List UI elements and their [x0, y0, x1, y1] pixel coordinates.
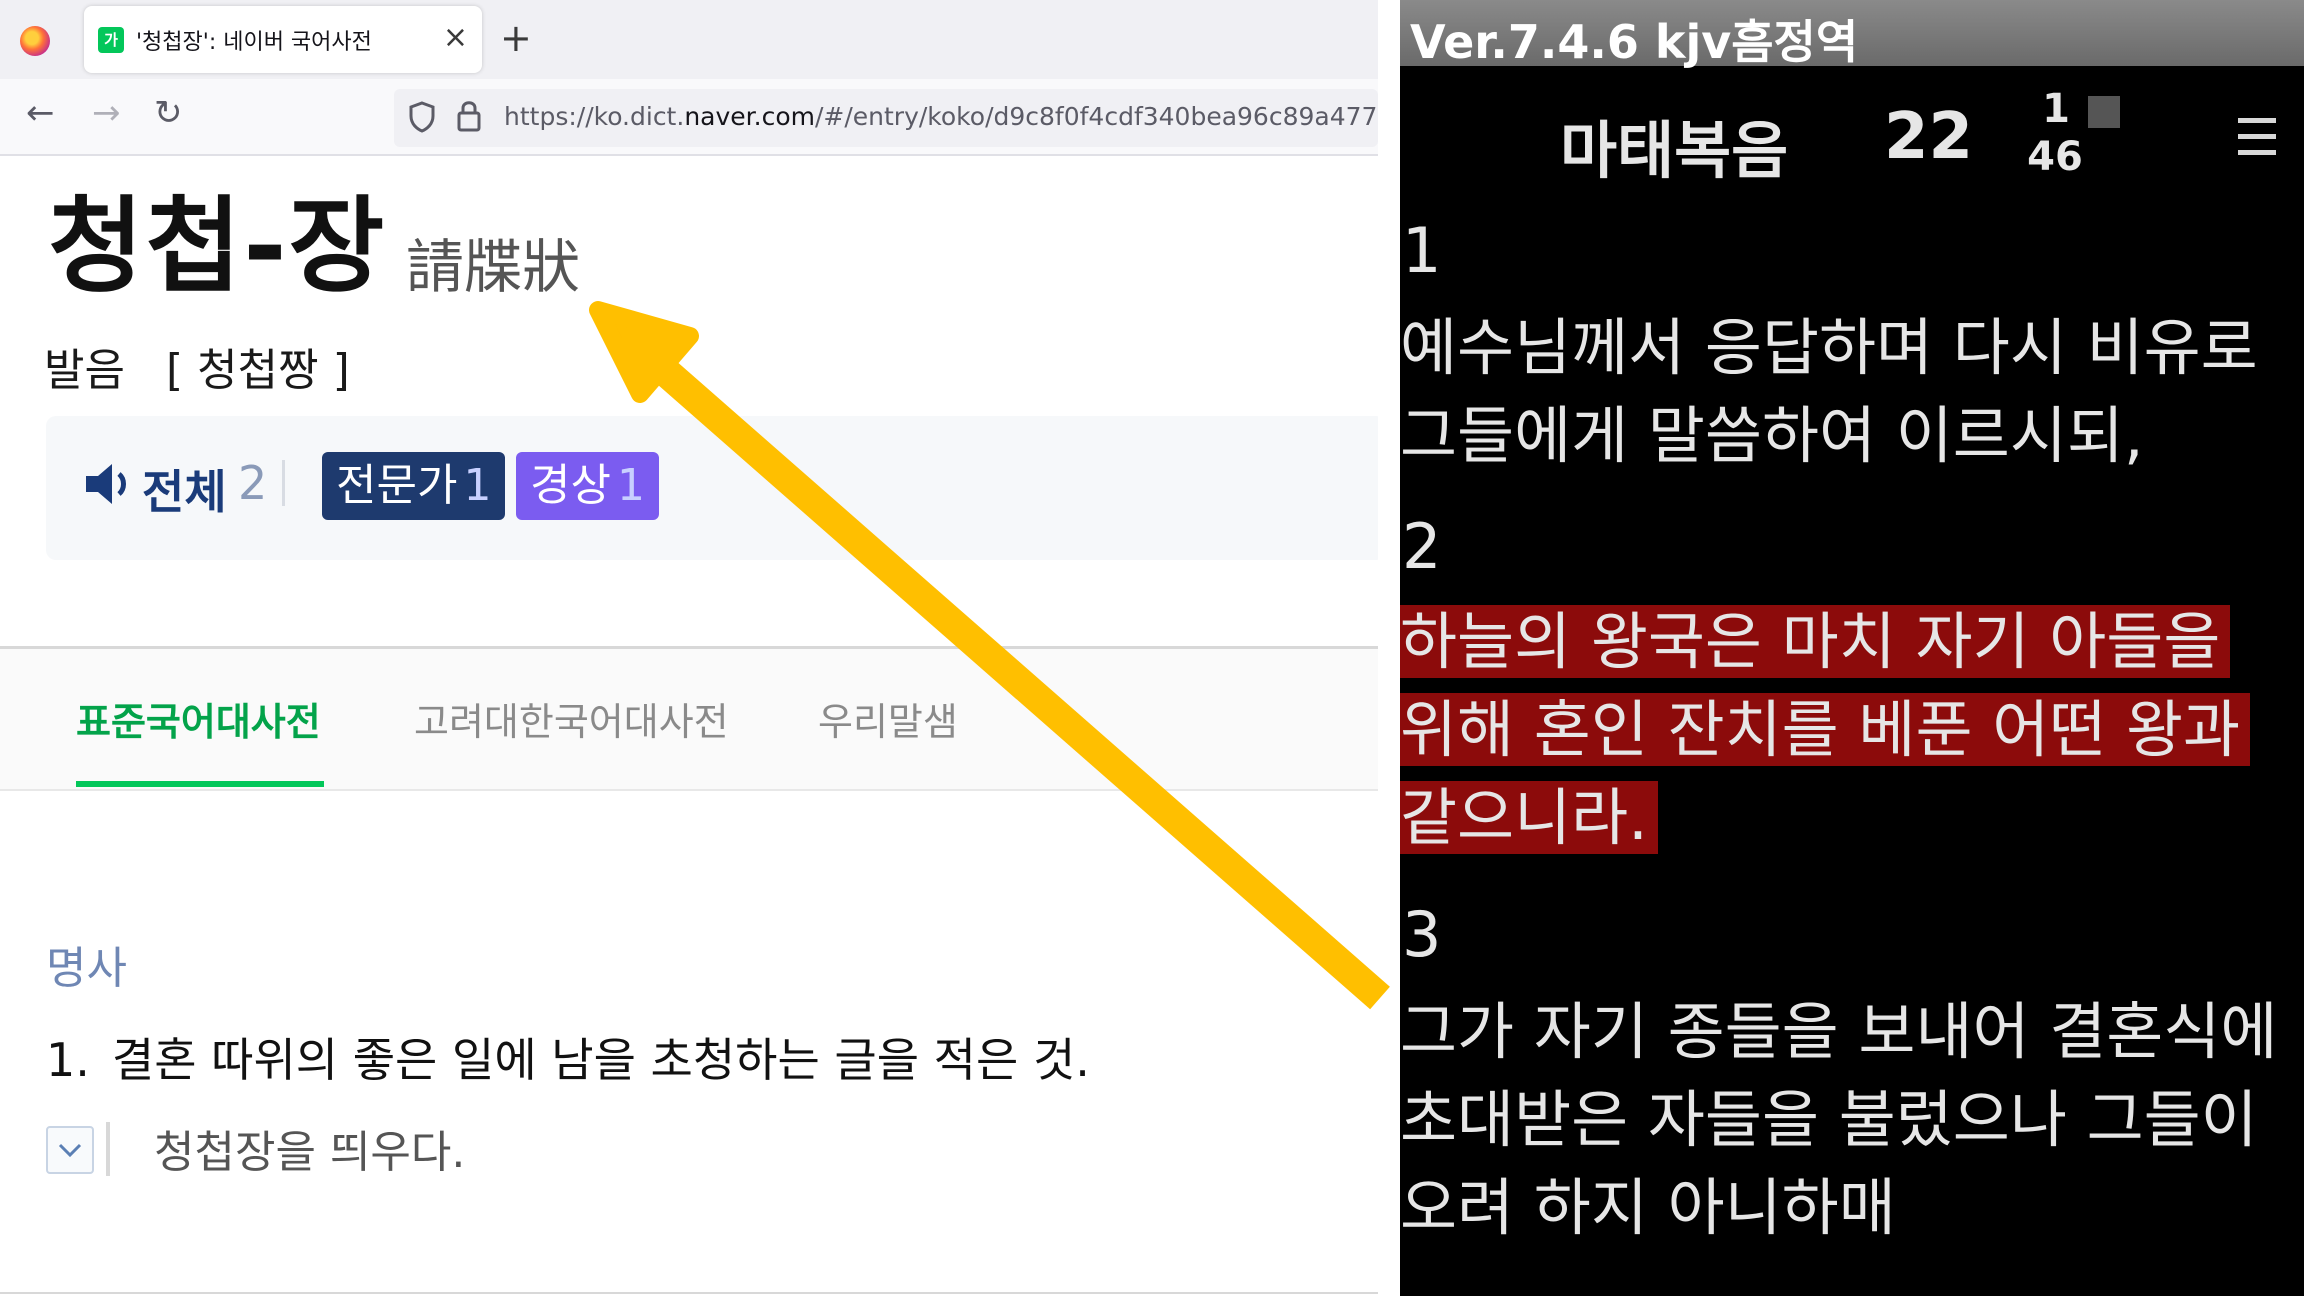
app-version-title: Ver.7.4.6 kjv흠정역	[1410, 15, 1859, 69]
browser-tab[interactable]: 가 '청첩장': 네이버 국어사전 ×	[84, 6, 482, 73]
chapter-selector[interactable]: 22	[1884, 100, 1973, 174]
shield-icon[interactable]	[408, 101, 436, 133]
audio-all-button[interactable]: 전체	[142, 456, 227, 522]
verse-number: 3	[1402, 898, 1442, 971]
lock-icon[interactable]	[456, 99, 482, 133]
part-of-speech: 명사	[46, 943, 127, 994]
example-bar	[106, 1122, 110, 1176]
current-verse: 1	[2042, 86, 2070, 132]
total-verses: 46	[2027, 134, 2083, 180]
definition-text: 결혼 따위의 좋은 일에 남을 초청하는 글을 적은 것.	[111, 1033, 1090, 1087]
highlight: 하늘의 왕국은 마치 자기 아들을	[1400, 605, 2231, 678]
verse-line: 초대받은 자들을 불렀으나 그들이	[1400, 1083, 2258, 1156]
verse-line-highlighted: 위해 혼인 잔치를 베푼 어떤 왕과	[1400, 686, 2251, 774]
highlight: 같으니라.	[1400, 781, 1658, 854]
pronunciation-label: 발음	[44, 345, 125, 396]
chevron-down-icon	[58, 1143, 82, 1158]
reload-icon[interactable]: ↻	[154, 91, 183, 135]
navigation-bar: ← → ↻ https://ko.dict.naver.com/#/entry/…	[0, 79, 1378, 156]
divider	[0, 1292, 1378, 1294]
back-arrow-icon[interactable]: ←	[26, 91, 55, 135]
url-bar[interactable]: https://ko.dict.naver.com/#/entry/koko/d…	[394, 89, 1378, 147]
tab-strip: 가 '청첩장': 네이버 국어사전 × +	[0, 0, 1378, 79]
tab-urimalsaem[interactable]: 우리말샘	[818, 691, 958, 746]
hamburger-menu-icon[interactable]	[2238, 118, 2276, 160]
divider	[282, 460, 285, 506]
bible-app-screen: Ver.7.4.6 kjv흠정역 마태복음 22 1 46 1 예수님께서 응답…	[1400, 0, 2304, 1296]
verse-line: 그가 자기 종들을 보내어 결혼식에	[1400, 995, 2278, 1068]
active-tab-indicator	[76, 781, 324, 787]
app-title-bar: Ver.7.4.6 kjv흠정역	[1400, 0, 2304, 69]
square-icon[interactable]	[2088, 96, 2120, 128]
browser-window: 가 '청첩장': 네이버 국어사전 × + ← → ↻ https://ko.d…	[0, 0, 1378, 1296]
naver-dictionary-favicon-icon: 가	[98, 27, 124, 53]
verse-number: 1	[1402, 214, 1442, 287]
pronunciation-audio-box: 전체 2 전문가 1 경상 1	[46, 416, 1378, 560]
hanja: 請牒狀	[406, 233, 581, 301]
verse-line-highlighted: 하늘의 왕국은 마치 자기 아들을	[1400, 598, 2231, 686]
verse-line: 예수님께서 응답하며 다시 비유로	[1400, 311, 2258, 384]
tab-standard-dictionary[interactable]: 표준국어대사전	[76, 691, 321, 746]
plus-icon[interactable]: +	[500, 16, 532, 60]
example-sentence: 청첩장을 띄우다.	[154, 1127, 466, 1178]
audio-all-count: 2	[238, 456, 268, 510]
book-selector[interactable]: 마태복음	[1560, 100, 1788, 190]
verse-line-highlighted: 같으니라.	[1400, 774, 1658, 862]
tab-title: '청첩장': 네이버 국어사전	[136, 30, 372, 55]
verse-line: 그들에게 말씀하여 이르시되,	[1400, 399, 2144, 472]
example-toggle-button[interactable]	[46, 1126, 94, 1174]
tab-korea-university-dictionary[interactable]: 고려대한국어대사전	[414, 691, 729, 746]
highlight: 위해 혼인 잔치를 베푼 어떤 왕과	[1400, 693, 2251, 766]
audio-regional-button[interactable]: 경상 1	[516, 452, 659, 520]
audio-expert-button[interactable]: 전문가 1	[322, 452, 506, 520]
url-text: https://ko.dict.naver.com/#/entry/koko/d…	[504, 102, 1378, 131]
definition-number: 1.	[46, 1033, 90, 1087]
forward-arrow-icon[interactable]: →	[92, 91, 121, 135]
verse-line: 오려 하지 아니하매	[1400, 1171, 1896, 1244]
verse-number: 2	[1402, 510, 1442, 583]
firefox-logo-icon[interactable]	[20, 26, 50, 56]
dictionary-tabs: 표준국어대사전 고려대한국어대사전 우리말샘	[0, 646, 1378, 791]
definition: 1. 결혼 따위의 좋은 일에 남을 초청하는 글을 적은 것.	[46, 1024, 1090, 1090]
headword: 청첩-장	[48, 185, 387, 307]
pronunciation: [ 청첩짱 ]	[166, 345, 350, 396]
speaker-icon[interactable]	[84, 462, 136, 506]
close-icon[interactable]: ×	[443, 20, 468, 56]
